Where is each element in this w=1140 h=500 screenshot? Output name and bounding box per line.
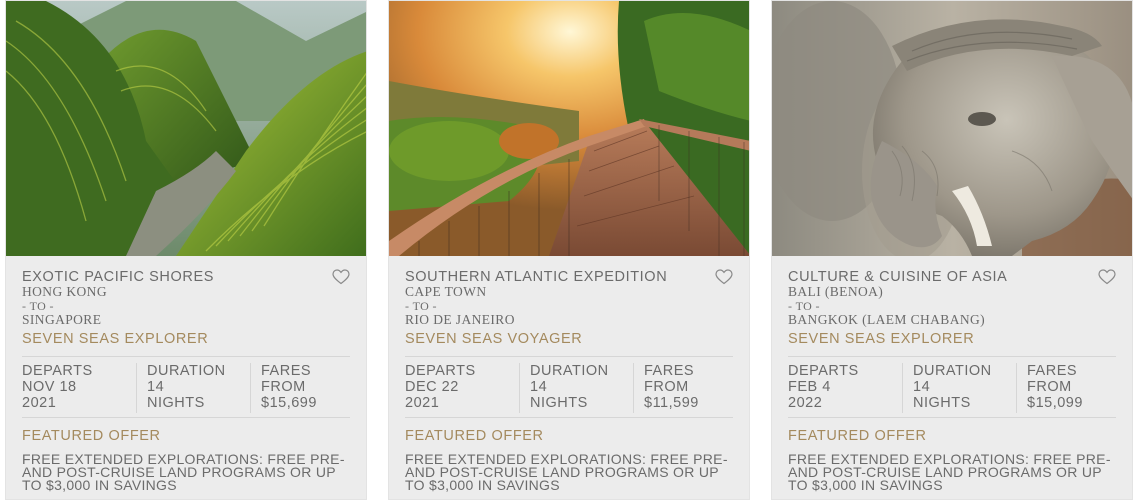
departure-port: BALI (BENOA) [788, 284, 884, 299]
fares-value: $11,599 [644, 395, 699, 411]
departure-port: HONG KONG [22, 284, 107, 299]
cruise-photo[interactable] [389, 1, 749, 256]
heart-outline-icon[interactable] [332, 269, 350, 285]
duration-value: 14 [913, 379, 931, 395]
card-body: SOUTHERN ATLANTIC EXPEDITION CAPE TOWN -… [405, 263, 733, 499]
ship-name: SEVEN SEAS EXPLORER [788, 331, 975, 347]
duration-stat: DURATION 14 NIGHTS [519, 363, 633, 413]
cruise-title[interactable]: EXOTIC PACIFIC SHORES [22, 269, 350, 285]
departs-label: DEPARTS [405, 363, 476, 379]
departs-label: DEPARTS [788, 363, 859, 379]
cruise-title[interactable]: CULTURE & CUISINE OF ASIA [788, 269, 1116, 285]
featured-offer-text: FREE EXTENDED EXPLORATIONS: FREE PRE- AN… [788, 451, 1111, 493]
divider [22, 417, 350, 418]
cruise-stats: DEPARTS DEC 22 2021 DURATION 14 NIGHTS F… [405, 363, 733, 413]
divider [788, 417, 1116, 418]
fares-stat: FARES FROM $15,099 [1016, 363, 1116, 413]
divider [22, 356, 350, 357]
heart-outline-icon[interactable] [1098, 269, 1116, 285]
fares-value: $15,699 [261, 395, 317, 411]
departs-stat: DEPARTS FEB 4 2022 [788, 363, 902, 413]
cruise-card[interactable]: EXOTIC PACIFIC SHORES HONG KONG - TO - S… [5, 0, 367, 500]
arrival-port: RIO DE JANEIRO [405, 312, 515, 327]
featured-offer-label: FEATURED OFFER [788, 428, 927, 444]
ship-name: SEVEN SEAS VOYAGER [405, 331, 583, 347]
divider [405, 356, 733, 357]
featured-offer-text: FREE EXTENDED EXPLORATIONS: FREE PRE- AN… [405, 451, 728, 493]
departs-year: 2022 [788, 395, 823, 411]
featured-offer-label: FEATURED OFFER [405, 428, 544, 444]
departs-year: 2021 [405, 395, 440, 411]
cruise-photo[interactable] [772, 1, 1132, 256]
duration-unit: NIGHTS [913, 395, 971, 411]
departs-label: DEPARTS [22, 363, 93, 379]
divider [405, 417, 733, 418]
heart-outline-icon[interactable] [715, 269, 733, 285]
departs-date: FEB 4 [788, 379, 831, 395]
route-to-label: - TO - [788, 299, 820, 313]
fares-label: FARES FROM [261, 363, 312, 395]
card-body: CULTURE & CUISINE OF ASIA BALI (BENOA) -… [788, 263, 1116, 499]
fares-value: $15,099 [1027, 395, 1083, 411]
cruise-stats: DEPARTS NOV 18 2021 DURATION 14 NIGHTS F… [22, 363, 350, 413]
divider [788, 356, 1116, 357]
departure-port: CAPE TOWN [405, 284, 487, 299]
arrival-port: BANGKOK (LAEM CHABANG) [788, 312, 986, 327]
cruise-card[interactable]: CULTURE & CUISINE OF ASIA BALI (BENOA) -… [771, 0, 1133, 500]
cruise-card[interactable]: SOUTHERN ATLANTIC EXPEDITION CAPE TOWN -… [388, 0, 750, 500]
departs-date: DEC 22 [405, 379, 459, 395]
route-to-label: - TO - [22, 299, 54, 313]
featured-offer-label: FEATURED OFFER [22, 428, 161, 444]
route-to-label: - TO - [405, 299, 437, 313]
fares-label: FARES FROM [1027, 363, 1078, 395]
card-body: EXOTIC PACIFIC SHORES HONG KONG - TO - S… [22, 263, 350, 499]
fares-stat: FARES FROM $11,599 [633, 363, 733, 413]
duration-stat: DURATION 14 NIGHTS [136, 363, 250, 413]
duration-label: DURATION [147, 363, 226, 379]
cruise-stats: DEPARTS FEB 4 2022 DURATION 14 NIGHTS FA… [788, 363, 1116, 413]
cruise-photo[interactable] [6, 1, 366, 256]
duration-value: 14 [147, 379, 165, 395]
duration-unit: NIGHTS [147, 395, 205, 411]
cruise-card-list: EXOTIC PACIFIC SHORES HONG KONG - TO - S… [0, 0, 1140, 500]
duration-stat: DURATION 14 NIGHTS [902, 363, 1016, 413]
departs-date: NOV 18 [22, 379, 77, 395]
duration-value: 14 [530, 379, 548, 395]
duration-unit: NIGHTS [530, 395, 588, 411]
arrival-port: SINGAPORE [22, 312, 102, 327]
duration-label: DURATION [530, 363, 609, 379]
fares-label: FARES FROM [644, 363, 695, 395]
departs-year: 2021 [22, 395, 57, 411]
ship-name: SEVEN SEAS EXPLORER [22, 331, 209, 347]
cruise-title[interactable]: SOUTHERN ATLANTIC EXPEDITION [405, 269, 733, 285]
featured-offer-text: FREE EXTENDED EXPLORATIONS: FREE PRE- AN… [22, 451, 345, 493]
departs-stat: DEPARTS NOV 18 2021 [22, 363, 136, 413]
departs-stat: DEPARTS DEC 22 2021 [405, 363, 519, 413]
duration-label: DURATION [913, 363, 992, 379]
fares-stat: FARES FROM $15,699 [250, 363, 350, 413]
